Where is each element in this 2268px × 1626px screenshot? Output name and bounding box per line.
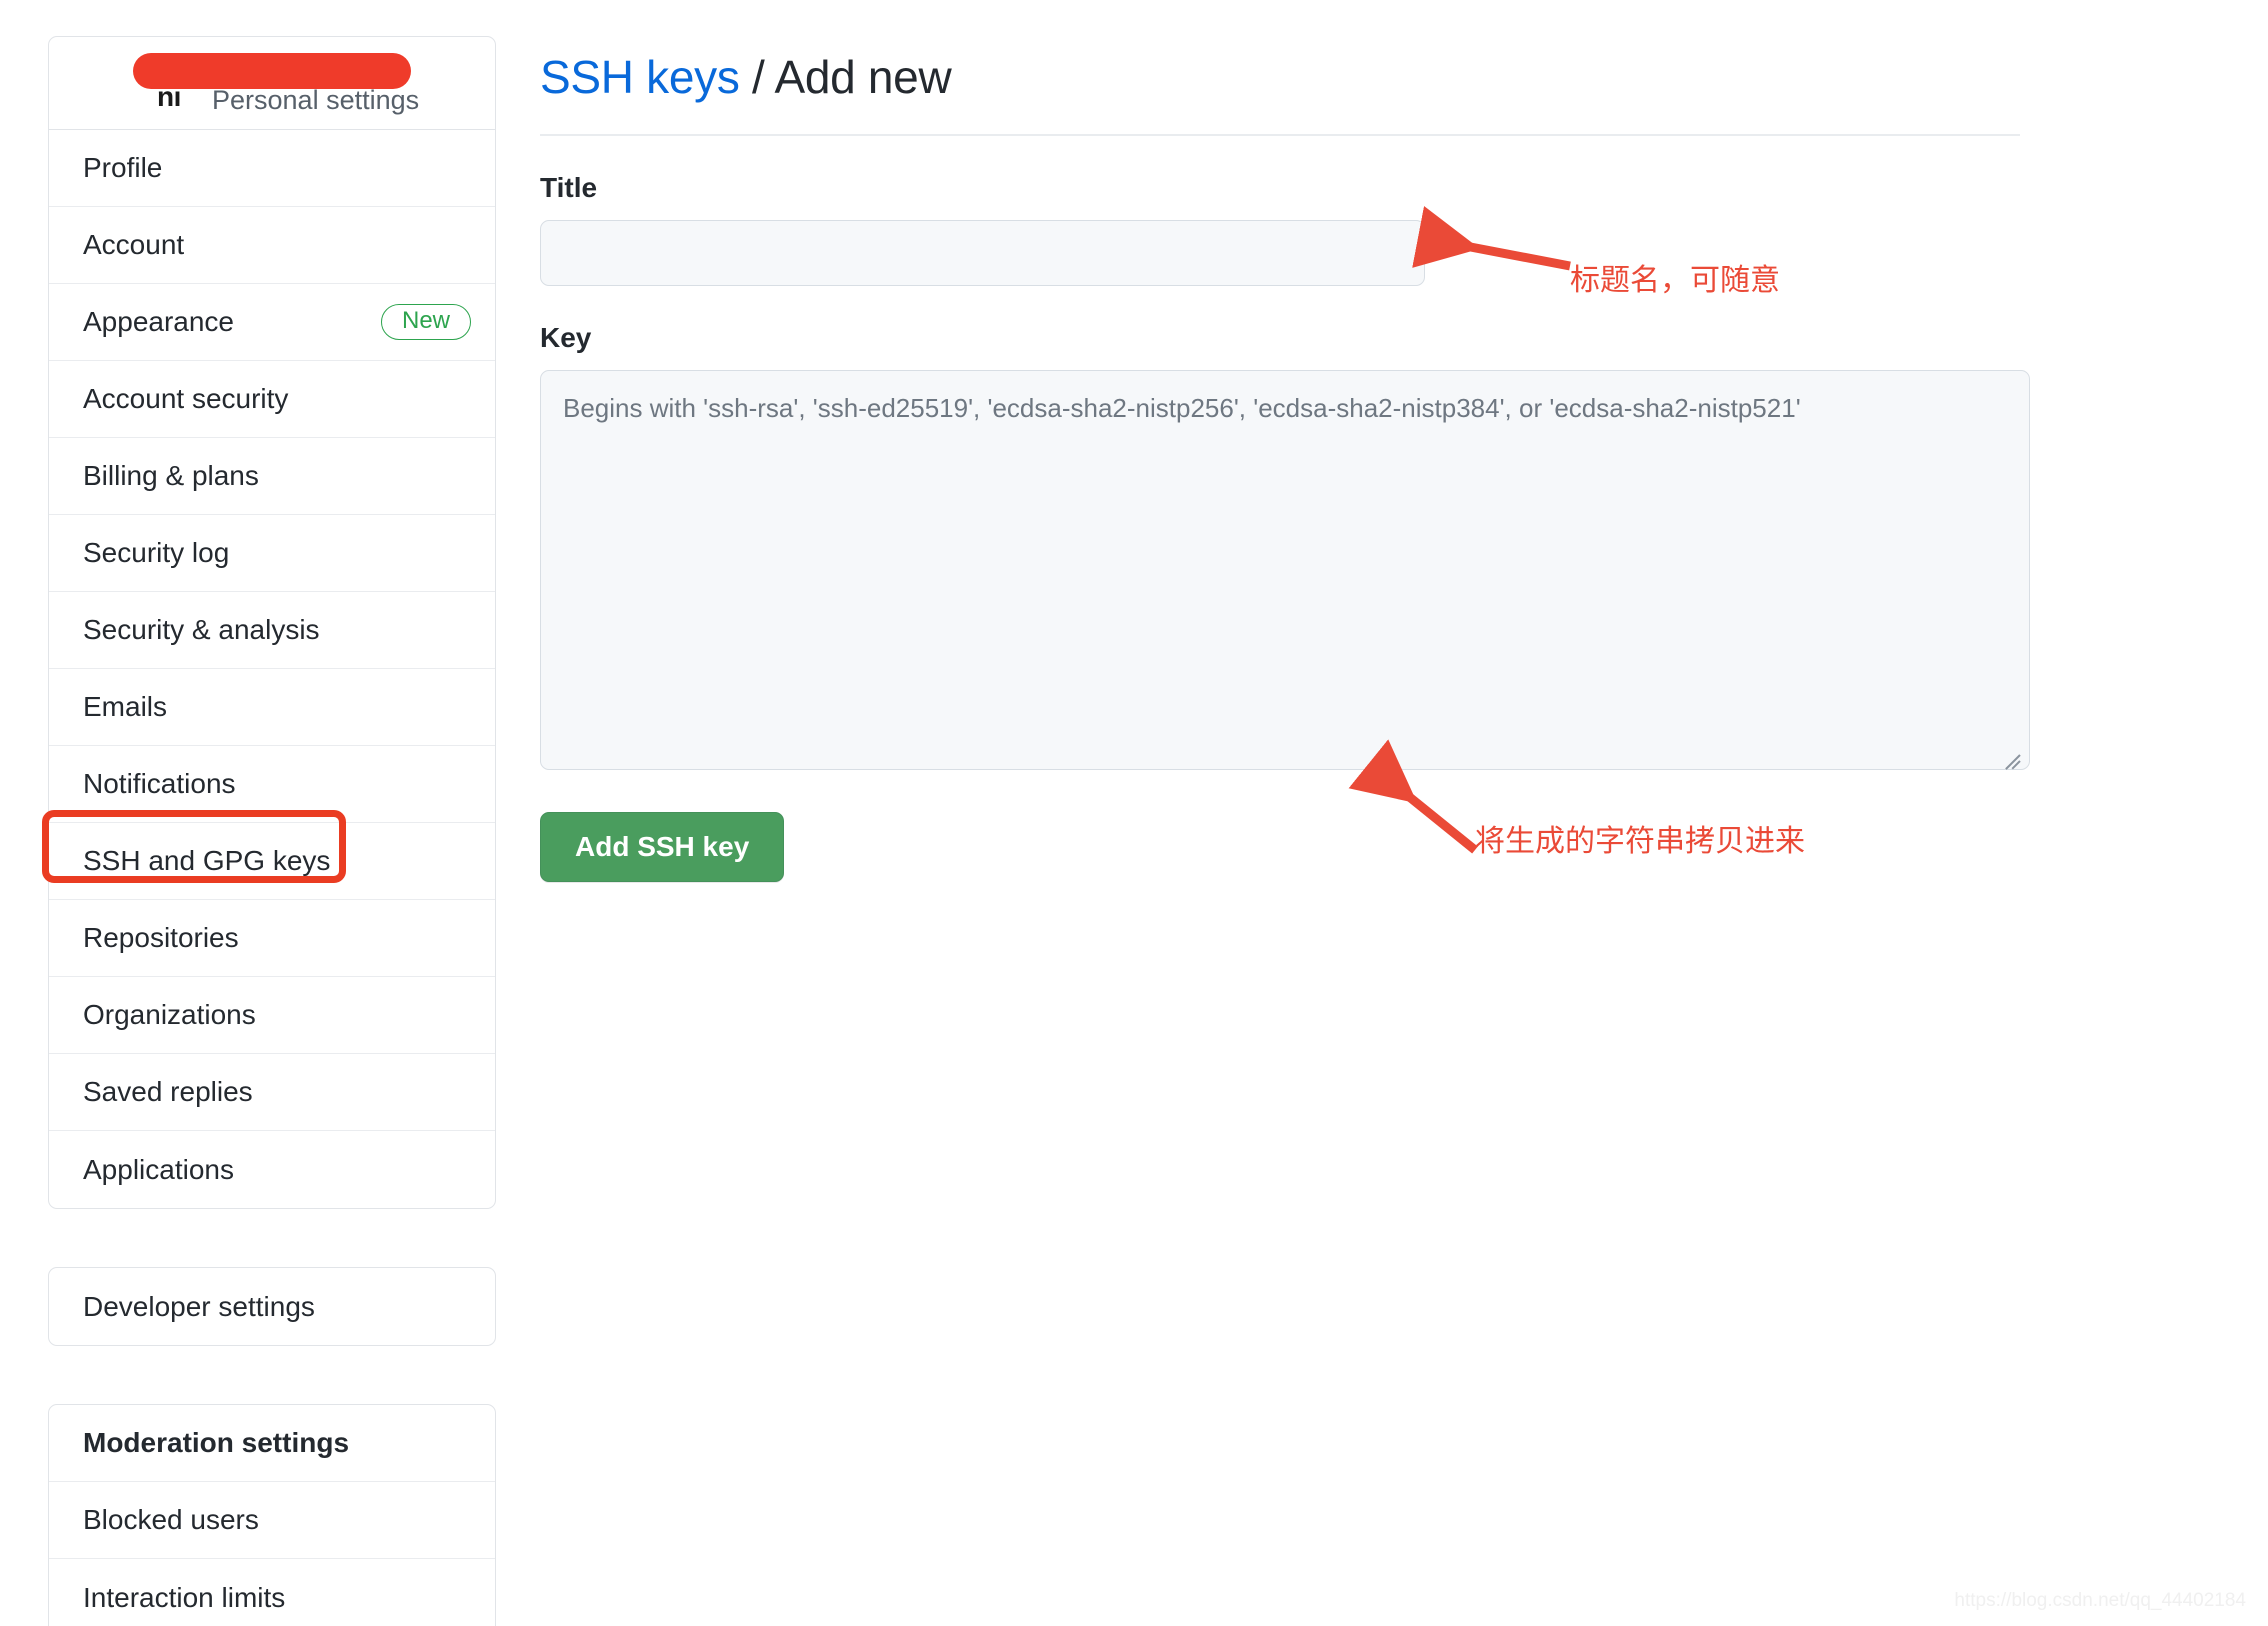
sidebar-item-label: Organizations <box>83 999 256 1031</box>
sidebar-item-account[interactable]: Account <box>49 207 495 284</box>
sidebar-item-applications[interactable]: Applications <box>49 1131 495 1208</box>
sidebar-item-profile[interactable]: Profile <box>49 130 495 207</box>
breadcrumb-current: Add new <box>774 51 951 103</box>
sidebar-item-label: Account <box>83 229 184 261</box>
sidebar-item-label: Moderation settings <box>83 1427 349 1459</box>
sidebar-item-label: Interaction limits <box>83 1582 285 1614</box>
title-input[interactable] <box>540 220 1425 286</box>
sidebar-item-label: Profile <box>83 152 162 184</box>
sidebar-item-account-security[interactable]: Account security <box>49 361 495 438</box>
sidebar-item-moderation-settings[interactable]: Moderation settings <box>49 1405 495 1482</box>
sidebar-item-emails[interactable]: Emails <box>49 669 495 746</box>
key-field-label: Key <box>540 322 2030 354</box>
sidebar-item-security-and-analysis[interactable]: Security & analysis <box>49 592 495 669</box>
sidebar-item-label: Developer settings <box>83 1291 315 1323</box>
title-divider <box>540 134 2020 136</box>
sidebar-item-interaction-limits[interactable]: Interaction limits <box>49 1559 495 1626</box>
settings-sidebar: ni Personal settings Profile Account App… <box>48 36 496 1626</box>
key-textarea-wrapper <box>540 370 2030 770</box>
watermark-text: https://blog.csdn.net/qq_44402184 <box>1954 1590 2246 1612</box>
nav-card-spacer-two <box>48 1346 496 1404</box>
sidebar-item-saved-replies[interactable]: Saved replies <box>49 1054 495 1131</box>
sidebar-item-label: SSH and GPG keys <box>83 845 330 877</box>
main-content: SSH keys / Add new Title Key Add SSH key <box>540 36 2030 882</box>
moderation-nav-card: Moderation settings Blocked users Intera… <box>48 1404 496 1626</box>
nav-card-spacer-one <box>48 1209 496 1267</box>
sidebar-item-label: Saved replies <box>83 1076 253 1108</box>
sidebar-item-label: Blocked users <box>83 1504 259 1536</box>
sidebar-item-label: Applications <box>83 1154 234 1186</box>
sidebar-item-label: Security & analysis <box>83 614 320 646</box>
key-textarea[interactable] <box>540 370 2030 770</box>
primary-nav-list: Profile Account Appearance New Account s… <box>49 130 495 1208</box>
breadcrumb-separator: / <box>752 51 764 103</box>
settings-page: ni Personal settings Profile Account App… <box>0 0 2268 1626</box>
sidebar-item-developer-settings[interactable]: Developer settings <box>49 1268 495 1345</box>
sidebar-item-security-log[interactable]: Security log <box>49 515 495 592</box>
sidebar-item-label: Account security <box>83 383 288 415</box>
sidebar-item-label: Repositories <box>83 922 239 954</box>
title-field-label: Title <box>540 172 2030 204</box>
sidebar-item-blocked-users[interactable]: Blocked users <box>49 1482 495 1559</box>
key-annotation-text: 将生成的字符串拷贝进来 <box>1475 816 1805 860</box>
page-title: SSH keys / Add new <box>540 36 2030 104</box>
add-ssh-key-button[interactable]: Add SSH key <box>540 812 784 882</box>
sidebar-item-label: Appearance <box>83 306 234 338</box>
primary-nav-card: ni Personal settings Profile Account App… <box>48 36 496 1209</box>
sidebar-item-billing-and-plans[interactable]: Billing & plans <box>49 438 495 515</box>
sidebar-item-label: Emails <box>83 691 167 723</box>
sidebar-item-label: Notifications <box>83 768 236 800</box>
moderation-nav-list: Moderation settings Blocked users Intera… <box>49 1405 495 1626</box>
sidebar-item-repositories[interactable]: Repositories <box>49 900 495 977</box>
sidebar-item-label: Security log <box>83 537 229 569</box>
sidebar-item-notifications[interactable]: Notifications <box>49 746 495 823</box>
developer-nav-list: Developer settings <box>49 1268 495 1345</box>
personal-settings-label: Personal settings <box>212 85 419 116</box>
username-redaction-bar <box>133 53 411 89</box>
title-annotation-text: 标题名，可随意 <box>1570 255 1780 299</box>
breadcrumb-ssh-keys-link[interactable]: SSH keys <box>540 51 740 103</box>
sidebar-item-ssh-and-gpg-keys[interactable]: SSH and GPG keys <box>49 823 495 900</box>
developer-nav-card: Developer settings <box>48 1267 496 1346</box>
new-badge: New <box>381 304 471 340</box>
account-header: ni Personal settings <box>49 37 495 130</box>
sidebar-item-organizations[interactable]: Organizations <box>49 977 495 1054</box>
sidebar-item-appearance[interactable]: Appearance New <box>49 284 495 361</box>
sidebar-item-label: Billing & plans <box>83 460 259 492</box>
